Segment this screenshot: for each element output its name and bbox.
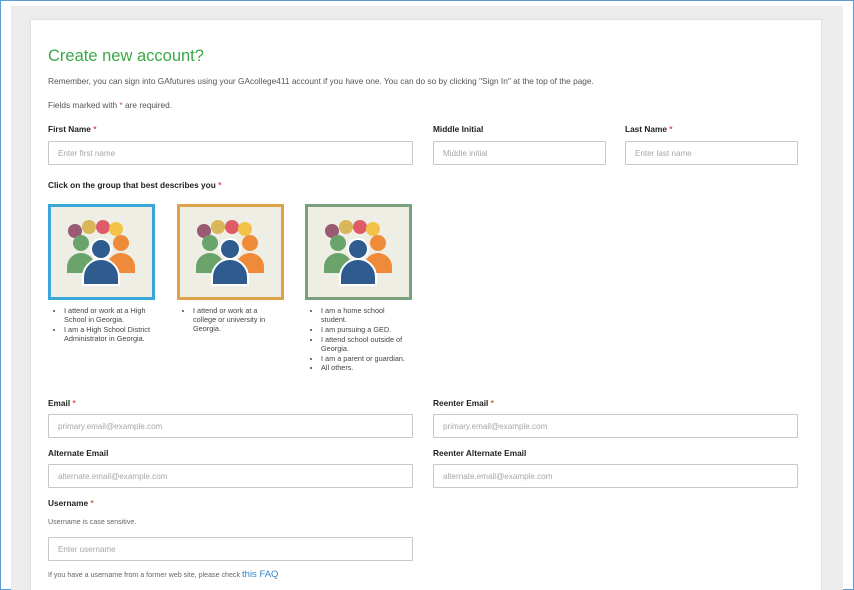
reenter-alternate-email-field[interactable] (433, 464, 798, 488)
list-item: I am pursuing a GED. (321, 325, 409, 335)
people-group-icon (324, 220, 392, 286)
reenter-email-input[interactable] (434, 415, 797, 437)
email-field[interactable] (48, 414, 413, 438)
faq-note-text: If you have a username from a former web… (48, 571, 241, 579)
group-option-other[interactable] (305, 204, 412, 300)
middle-initial-label: Middle Initial (433, 124, 484, 134)
required-star: * (93, 124, 97, 134)
middle-initial-field[interactable] (433, 141, 606, 165)
intro-text: Remember, you can sign into GAfutures us… (48, 76, 594, 86)
alternate-email-label: Alternate Email (48, 448, 109, 458)
username-label: Username * (48, 498, 94, 508)
username-field[interactable] (48, 537, 413, 561)
group-option-college[interactable] (177, 204, 284, 300)
email-input[interactable] (49, 415, 412, 437)
required-star: * (90, 498, 94, 508)
username-label-text: Username (48, 498, 89, 508)
required-note: Fields marked with * are required. (48, 100, 172, 110)
last-name-label-text: Last Name (625, 124, 667, 134)
group-label: Click on the group that best describes y… (48, 180, 221, 190)
list-item: I attend or work at a High School in Geo… (64, 306, 152, 325)
required-star: * (490, 398, 494, 408)
reenter-email-field[interactable] (433, 414, 798, 438)
middle-initial-input[interactable] (434, 142, 605, 164)
faq-note: If you have a username from a former web… (48, 569, 278, 580)
first-name-label: First Name * (48, 124, 96, 134)
group-other-bullets: I am a home school student. I am pursuin… (307, 306, 417, 373)
required-star: * (669, 124, 673, 134)
people-group-icon (67, 220, 135, 286)
last-name-field[interactable] (625, 141, 798, 165)
alternate-email-input[interactable] (49, 465, 412, 487)
last-name-label: Last Name * (625, 124, 673, 134)
list-item: I am a home school student. (321, 306, 409, 325)
first-name-field[interactable] (48, 141, 413, 165)
email-label: Email * (48, 398, 76, 408)
username-help: Username is case sensitive. (48, 518, 137, 526)
first-name-input[interactable] (49, 142, 412, 164)
required-star: * (218, 180, 222, 190)
list-item: I attend or work at a college or univers… (193, 306, 281, 334)
required-star: * (72, 398, 76, 408)
email-label-text: Email (48, 398, 71, 408)
faq-link[interactable]: this FAQ (242, 569, 278, 580)
required-note-prefix: Fields marked with (48, 100, 118, 110)
group-option-high-school[interactable] (48, 204, 155, 300)
page-title: Create new account? (48, 47, 204, 65)
reenter-alternate-email-input[interactable] (434, 465, 797, 487)
list-item: I am a parent or guardian. (321, 354, 409, 364)
list-item: All others. (321, 364, 409, 373)
group-high-school-bullets: I attend or work at a High School in Geo… (50, 306, 160, 344)
list-item: I attend school outside of Georgia. (321, 335, 409, 354)
required-note-suffix: are required. (125, 100, 173, 110)
reenter-alternate-email-label: Reenter Alternate Email (433, 448, 527, 458)
alternate-email-field[interactable] (48, 464, 413, 488)
reenter-email-label: Reenter Email * (433, 398, 494, 408)
group-label-text: Click on the group that best describes y… (48, 180, 216, 190)
reenter-email-label-text: Reenter Email (433, 398, 489, 408)
last-name-input[interactable] (626, 142, 797, 164)
first-name-label-text: First Name (48, 124, 91, 134)
group-college-bullets: I attend or work at a college or univers… (179, 306, 289, 334)
required-note-star: * (119, 100, 123, 110)
username-input[interactable] (49, 538, 412, 560)
people-group-icon (196, 220, 264, 286)
list-item: I am a High School District Administrato… (64, 325, 152, 344)
